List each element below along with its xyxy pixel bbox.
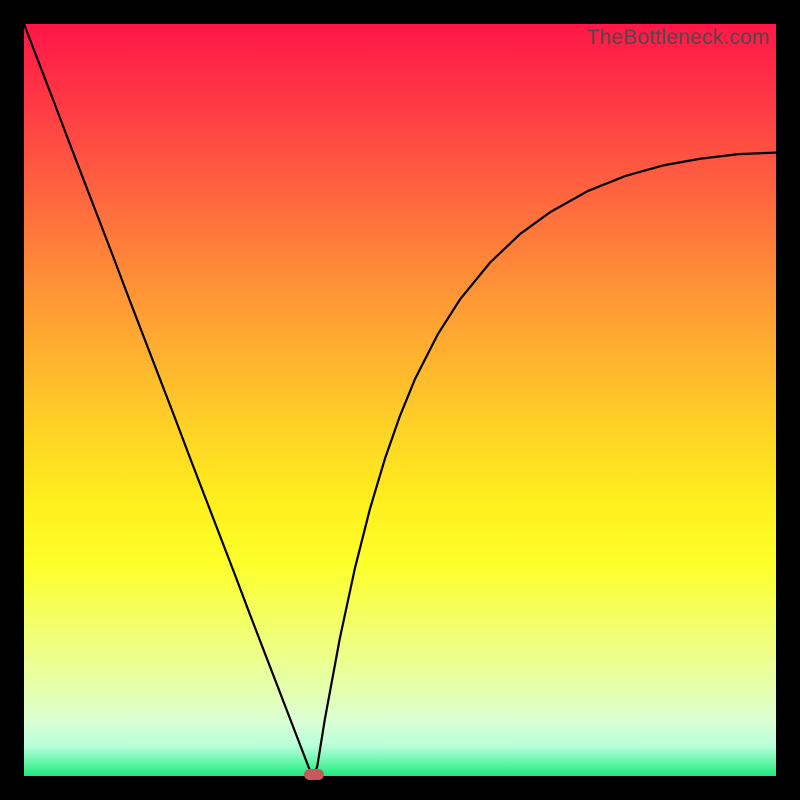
optimum-marker xyxy=(304,769,324,780)
bottleneck-curve xyxy=(24,24,776,776)
chart-frame: TheBottleneck.com xyxy=(0,0,800,800)
plot-area: TheBottleneck.com xyxy=(24,24,776,776)
